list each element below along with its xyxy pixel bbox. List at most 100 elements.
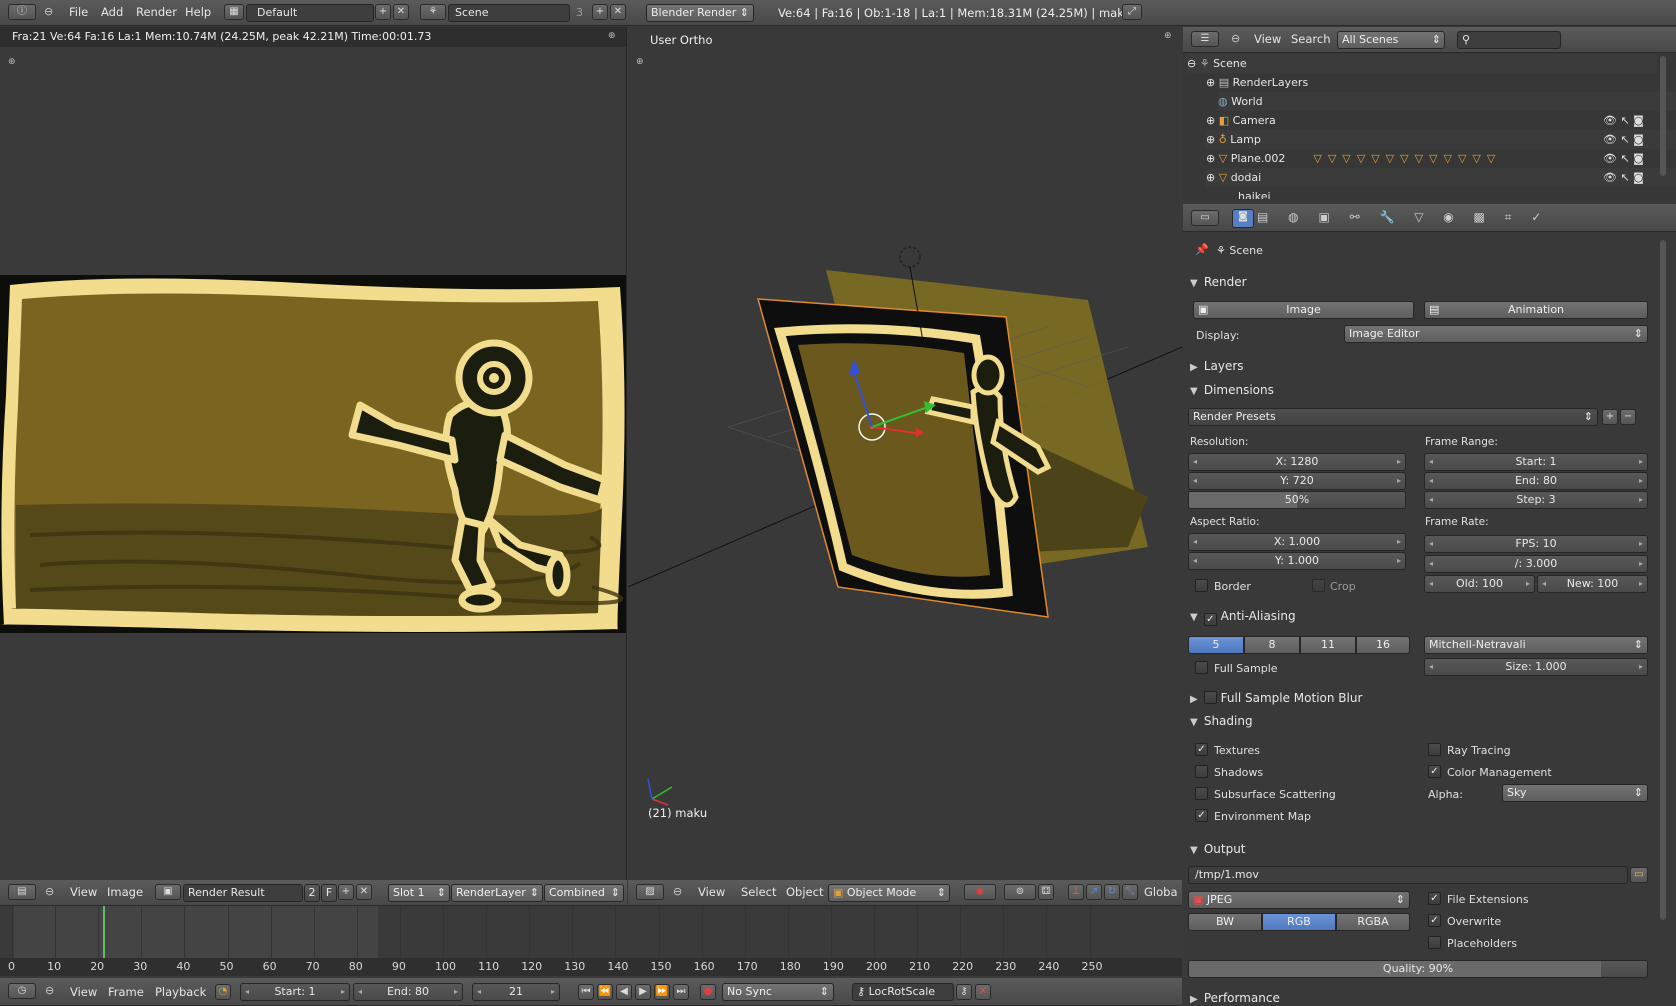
aa-filter-size-field[interactable]: ◂ Size: 1.000 ▸ bbox=[1424, 658, 1648, 676]
corner-widget-icon[interactable]: ⊕ bbox=[608, 31, 616, 41]
output-path-input[interactable]: /tmp/1.mov bbox=[1188, 866, 1628, 884]
add-screen-icon[interactable]: + bbox=[375, 4, 391, 20]
collapse-menu-icon[interactable]: ⊖ bbox=[45, 984, 54, 997]
scene-icon[interactable]: ⚘ bbox=[420, 4, 446, 20]
menu-image[interactable]: Image bbox=[107, 885, 143, 899]
outliner-item-scene[interactable]: ⊖ ⚘ Scene bbox=[1187, 54, 1657, 73]
outliner-item-haikei[interactable]: haikei bbox=[1238, 187, 1676, 199]
file-format-select[interactable]: ▣ JPEG ⇕ bbox=[1188, 891, 1410, 909]
panel-antialiasing-header[interactable]: ▼ ✓ Anti-Aliasing bbox=[1190, 606, 1658, 626]
timeline-start-field[interactable]: ◂ Start: 1 ▸ bbox=[240, 983, 350, 1001]
color-management-checkbox[interactable]: ✓ bbox=[1428, 765, 1441, 778]
panel-dimensions-header[interactable]: ▼ Dimensions bbox=[1190, 380, 1658, 400]
expand-icon[interactable]: ⊕ bbox=[1206, 133, 1219, 146]
increment-arrow-icon[interactable]: ▸ bbox=[1639, 659, 1643, 675]
collapse-menu-icon[interactable]: ⊖ bbox=[44, 5, 53, 18]
editor-type-icon[interactable]: ☰ bbox=[1191, 31, 1219, 47]
decrement-arrow-icon[interactable]: ◂ bbox=[358, 984, 362, 1000]
screen-layout-field[interactable]: Default bbox=[246, 4, 374, 22]
menu-frame[interactable]: Frame bbox=[108, 985, 144, 999]
panel-output-header[interactable]: ▼ Output bbox=[1190, 839, 1658, 859]
visibility-eye-icons[interactable]: 👁 ↖ ◙ 👁 ↖ ◙ 👁 ↖ ◙ 👁 ↖ ◙ bbox=[1603, 111, 1653, 187]
expand-icon[interactable]: ⊕ bbox=[1206, 114, 1219, 127]
pin-icon[interactable]: 📌 bbox=[1195, 243, 1209, 256]
frame-step-field[interactable]: ◂ Step: 3 ▸ bbox=[1424, 491, 1648, 509]
insert-keyframe-icon[interactable]: ⚷ bbox=[956, 984, 972, 1000]
frame-end-field[interactable]: ◂ End: 80 ▸ bbox=[1424, 472, 1648, 490]
decrement-arrow-icon[interactable]: ◂ bbox=[1429, 659, 1433, 675]
render-engine-select[interactable]: Blender Render ⇕ bbox=[646, 4, 754, 22]
collapse-menu-icon[interactable]: ⊖ bbox=[45, 885, 54, 898]
editor-type-icon[interactable]: ▭ bbox=[1191, 210, 1219, 226]
increment-arrow-icon[interactable]: ▸ bbox=[1639, 454, 1643, 470]
current-frame-field[interactable]: ◂ 21 ▸ bbox=[472, 983, 560, 1001]
textures-checkbox[interactable]: ✓ bbox=[1195, 743, 1208, 756]
3d-viewport[interactable]: User Ortho ⊕ ⊕ (21) maku bbox=[628, 27, 1182, 880]
remove-preset-icon[interactable]: − bbox=[1620, 409, 1636, 425]
manipulator-icon[interactable]: ⊥ bbox=[1068, 884, 1084, 900]
play-icon[interactable]: ▶ bbox=[635, 984, 651, 1000]
unlink-image-icon[interactable]: ✕ bbox=[356, 884, 372, 900]
menu-object[interactable]: Object bbox=[786, 885, 823, 899]
preview-range-icon[interactable]: ◔ bbox=[215, 984, 231, 1000]
color-rgb-button[interactable]: RGB bbox=[1262, 913, 1336, 931]
decrement-arrow-icon[interactable]: ◂ bbox=[1193, 534, 1197, 550]
render-image-button[interactable]: ▣ Image bbox=[1193, 301, 1414, 319]
decrement-arrow-icon[interactable]: ◂ bbox=[1193, 473, 1197, 489]
expand-icon[interactable]: ⊕ bbox=[1206, 171, 1219, 184]
increment-arrow-icon[interactable]: ▸ bbox=[1639, 576, 1643, 592]
expand-icon[interactable]: ⊕ bbox=[1206, 76, 1219, 89]
menu-render[interactable]: Render bbox=[136, 5, 177, 19]
add-preset-icon[interactable]: + bbox=[1602, 409, 1618, 425]
decrement-arrow-icon[interactable]: ◂ bbox=[1429, 556, 1433, 572]
menu-file[interactable]: File bbox=[69, 5, 88, 19]
outliner-search-input[interactable]: ⚲ bbox=[1457, 31, 1561, 49]
pivot-icon[interactable]: ⊚ bbox=[1004, 884, 1036, 900]
editor-type-icon[interactable]: ◷ bbox=[8, 983, 36, 999]
resolution-y-field[interactable]: ◂ Y: 720 ▸ bbox=[1188, 472, 1406, 490]
panel-motion-blur-header[interactable]: ▶ Full Sample Motion Blur bbox=[1190, 688, 1658, 708]
display-select[interactable]: Image Editor ⇕ bbox=[1344, 325, 1648, 343]
add-scene-icon[interactable]: + bbox=[592, 4, 608, 20]
outliner-item-world[interactable]: ◍ World bbox=[1218, 92, 1676, 111]
decrement-arrow-icon[interactable]: ◂ bbox=[1429, 473, 1433, 489]
increment-arrow-icon[interactable]: ▸ bbox=[551, 984, 555, 1000]
menu-view[interactable]: View bbox=[1254, 32, 1281, 46]
aspect-y-field[interactable]: ◂ Y: 1.000 ▸ bbox=[1188, 552, 1406, 570]
panel-performance-header[interactable]: ▶ Performance bbox=[1190, 990, 1658, 1006]
slot-select[interactable]: Slot 1 ⇕ bbox=[388, 884, 450, 902]
play-reverse-icon[interactable]: ◀ bbox=[616, 984, 632, 1000]
menu-help[interactable]: Help bbox=[185, 5, 211, 19]
increment-arrow-icon[interactable]: ▸ bbox=[1397, 553, 1401, 569]
rotate-icon[interactable]: ↻ bbox=[1104, 884, 1120, 900]
sync-mode-select[interactable]: No Sync ⇕ bbox=[722, 983, 834, 1001]
editor-type-icon[interactable]: ▤ bbox=[8, 884, 36, 900]
jump-keyframe-back-icon[interactable]: ⏪ bbox=[597, 984, 613, 1000]
properties-scrollbar[interactable] bbox=[1660, 240, 1666, 920]
menu-select[interactable]: Select bbox=[741, 885, 776, 899]
transform-orientation[interactable]: Globa bbox=[1144, 885, 1178, 899]
increment-arrow-icon[interactable]: ▸ bbox=[454, 984, 458, 1000]
panel-layers-header[interactable]: ▶ Layers bbox=[1190, 356, 1658, 376]
tools-toggle-icon[interactable]: ⊕ bbox=[8, 57, 16, 67]
context-tab-icons[interactable]: ▤ ◍ ▣ ⚯ 🔧 ▽ ◉ ▩ ⌗ ✓ bbox=[1257, 210, 1549, 225]
outliner-scrollbar[interactable] bbox=[1660, 56, 1666, 176]
delete-keyframe-icon[interactable]: ✕ bbox=[975, 984, 991, 1000]
color-bw-button[interactable]: BW bbox=[1188, 913, 1262, 931]
increment-arrow-icon[interactable]: ▸ bbox=[1397, 534, 1401, 550]
new-image-icon[interactable]: + bbox=[338, 884, 354, 900]
menu-view[interactable]: View bbox=[70, 885, 97, 899]
shadows-checkbox[interactable] bbox=[1195, 765, 1208, 778]
aa-samples-8[interactable]: 8 bbox=[1244, 636, 1300, 654]
outliner-item-renderlayers[interactable]: ⊕ ▤ RenderLayers bbox=[1206, 73, 1676, 92]
render-pass-select[interactable]: Combined ⇕ bbox=[544, 884, 624, 902]
keying-set-field[interactable]: ⚷ LocRotScale bbox=[852, 983, 954, 1001]
menu-view[interactable]: View bbox=[698, 885, 725, 899]
image-browse-icon[interactable]: ▣ bbox=[155, 884, 181, 900]
aspect-x-field[interactable]: ◂ X: 1.000 ▸ bbox=[1188, 533, 1406, 551]
full-sample-checkbox[interactable] bbox=[1195, 661, 1208, 674]
fullscreen-icon[interactable]: ⤢ bbox=[1122, 4, 1142, 20]
expand-icon[interactable]: ⊖ bbox=[1187, 57, 1200, 70]
increment-arrow-icon[interactable]: ▸ bbox=[1639, 492, 1643, 508]
overwrite-checkbox[interactable]: ✓ bbox=[1428, 914, 1441, 927]
